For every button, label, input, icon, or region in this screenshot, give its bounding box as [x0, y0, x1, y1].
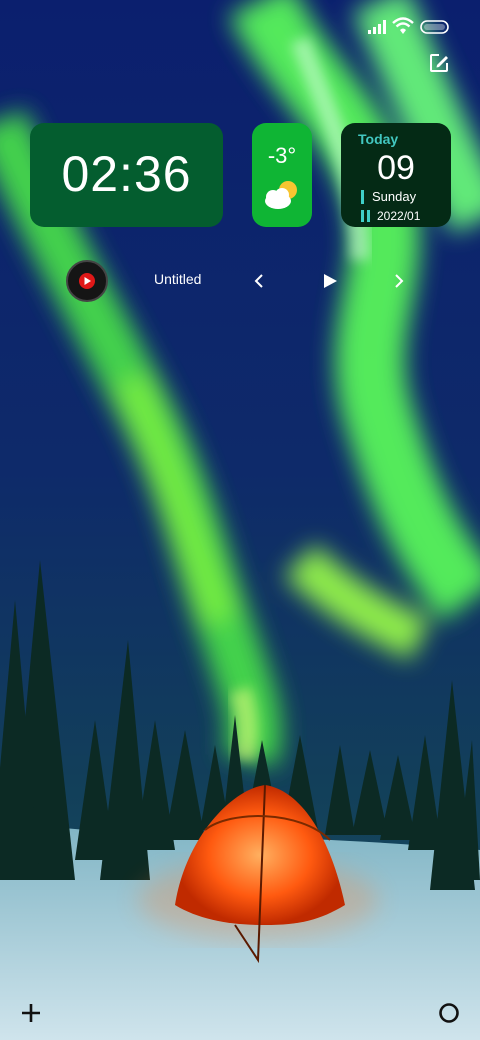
accent-bar	[367, 210, 370, 222]
previous-icon[interactable]	[248, 270, 270, 292]
music-widget: Untitled	[0, 258, 480, 304]
home-circle-icon[interactable]	[436, 1000, 462, 1026]
music-app-glyph	[79, 273, 95, 289]
signal-icon	[368, 20, 386, 34]
add-icon[interactable]	[18, 1000, 44, 1026]
music-app-icon[interactable]	[66, 260, 108, 302]
clock-time: 02:36	[61, 146, 192, 202]
year-month-row: 2022/01	[361, 209, 420, 223]
clock-widget[interactable]: 02:36	[30, 123, 223, 227]
next-icon[interactable]	[388, 270, 410, 292]
edit-icon[interactable]	[428, 52, 450, 74]
weekday-label: Sunday	[372, 189, 417, 204]
day-number: 09	[377, 149, 415, 187]
today-label: Today	[358, 131, 399, 147]
accent-bar	[361, 189, 364, 204]
track-title: Untitled	[154, 271, 202, 287]
weekday-row: Sunday	[361, 189, 416, 204]
year-month-label: 2022/01	[377, 209, 421, 223]
battery-icon	[420, 20, 449, 34]
status-bar	[0, 0, 480, 56]
temperature: -3°	[267, 143, 297, 168]
wifi-icon	[392, 17, 414, 34]
play-icon[interactable]	[319, 270, 341, 292]
accent-bar	[361, 210, 364, 222]
partly-cloudy-icon	[265, 181, 297, 209]
date-widget[interactable]: Today 09 Sunday 2022/01	[341, 123, 451, 227]
weather-widget[interactable]: -3°	[252, 123, 312, 227]
